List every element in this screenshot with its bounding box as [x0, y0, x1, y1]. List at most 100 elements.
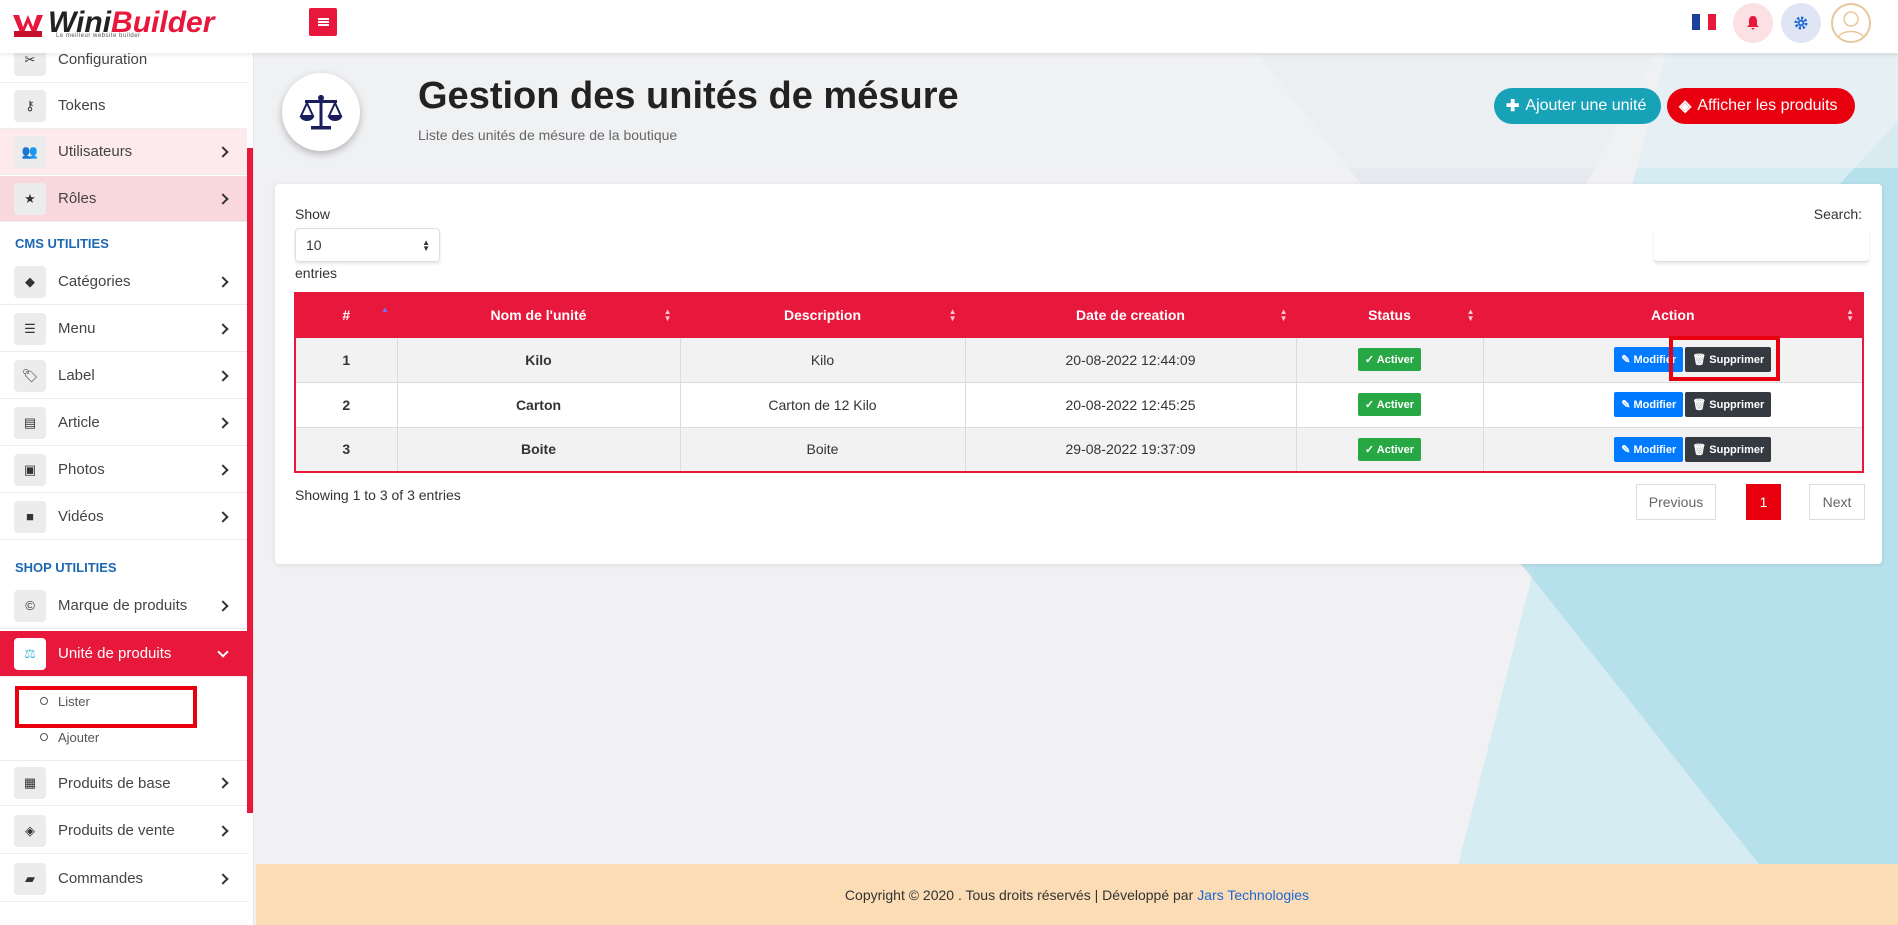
activate-button[interactable]: ✓ Activer [1357, 393, 1422, 416]
copyright-icon: © [14, 589, 46, 622]
add-unit-button[interactable]: ✚ Ajouter une unité [1494, 88, 1661, 124]
cell-actions: ✎ Modifier 🗑 Supprimer [1482, 381, 1864, 428]
footer-link[interactable]: Jars Technologies [1197, 887, 1309, 903]
pagination-previous[interactable]: Previous [1636, 484, 1716, 520]
settings-button[interactable] [1781, 3, 1821, 43]
chevron-right-icon [217, 777, 229, 789]
chevron-down-icon [217, 645, 229, 658]
sidebar-item-commandes[interactable]: ▰ Commandes [0, 856, 247, 902]
sidebar-subitem-ajouter[interactable]: Ajouter [0, 720, 247, 754]
circle-icon [40, 733, 48, 741]
cell-name: Kilo [396, 336, 681, 383]
cell-date: 20-08-2022 12:45:25 [964, 381, 1297, 428]
top-bar: WiniBuilder Le meilleur website builder [0, 0, 1898, 53]
column-header-label: Nom de l'unité [490, 307, 587, 324]
sidebar-item-photos[interactable]: ▣ Photos [0, 447, 247, 493]
show-label: Show [295, 206, 331, 222]
sidebar-item-configuration[interactable]: ✂ Configuration [0, 53, 247, 83]
sidebar-item-label: Rôles [58, 190, 97, 207]
cell-date: 20-08-2022 12:44:09 [964, 336, 1297, 383]
column-header-action[interactable]: Action ▲ ▼ [1482, 292, 1864, 338]
cell-status: ✓ Activer [1295, 426, 1484, 473]
show-products-button-label: Afficher les produits [1697, 97, 1838, 114]
show-products-button[interactable]: ◈ Afficher les produits [1667, 88, 1855, 124]
cell-id: 1 [294, 336, 398, 383]
tags-icon: 🏷 [14, 359, 46, 392]
sidebar-item-videos[interactable]: ■ Vidéos [0, 494, 247, 540]
sidebar-item-utilisateurs[interactable]: 👥 Utilisateurs [0, 129, 247, 175]
highlight-box [1669, 336, 1780, 381]
edit-button[interactable]: ✎ Modifier [1614, 436, 1684, 462]
chevron-right-icon [217, 510, 229, 523]
table-info: Showing 1 to 3 of 3 entries [295, 487, 461, 503]
sort-icon: ▲ ▼ [1279, 307, 1288, 323]
activate-button-label: Activer [1376, 443, 1415, 456]
column-header-description[interactable]: Description ▲ ▼ [679, 292, 966, 338]
notifications-button[interactable] [1733, 3, 1773, 43]
sidebar-item-menu[interactable]: ☰ Menu [0, 306, 247, 352]
sidebar-item-label: Label [58, 367, 95, 384]
menu-toggle-button[interactable] [309, 8, 337, 36]
section-title-shop: SHOP UTILITIES [15, 560, 117, 575]
sidebar-item-label: Commandes [58, 870, 144, 887]
cell-name: Carton [396, 381, 681, 428]
sidebar-item-article[interactable]: ▤ Article [0, 400, 247, 446]
avatar[interactable] [1831, 3, 1871, 43]
sidebar-item-label: Tokens [58, 97, 106, 114]
chevron-right-icon [217, 872, 229, 885]
plus-icon: ✚ [1506, 98, 1520, 115]
sidebar-item-label: Configuration [58, 53, 148, 68]
pagination-next[interactable]: Next [1809, 484, 1865, 520]
french-flag-icon[interactable] [1692, 14, 1716, 30]
sidebar-item-marque[interactable]: © Marque de produits [0, 583, 247, 629]
sidebar-item-roles[interactable]: ★ Rôles [0, 176, 247, 222]
pagination-page-1[interactable]: 1 [1746, 484, 1781, 520]
sort-asc-icon: ▲ [381, 305, 389, 314]
sidebar-accent-rail [247, 148, 253, 813]
footer: Copyright © 2020 . Tous droits réservés … [256, 864, 1898, 925]
entries-length-select[interactable]: 10 ▲ ▼ [295, 228, 440, 262]
column-header-name[interactable]: Nom de l'unité ▲ ▼ [396, 292, 681, 338]
sidebar-item-label-menu[interactable]: 🏷 Label [0, 353, 247, 399]
chevron-right-icon [217, 322, 229, 335]
sidebar-item-label: Menu [58, 320, 96, 337]
cell-date: 29-08-2022 19:37:09 [964, 426, 1297, 473]
tools-icon: ✂ [14, 53, 46, 76]
page-header: Gestion des unités de mésure Liste des u… [256, 53, 1898, 168]
search-label: Search: [1813, 206, 1862, 222]
cell-id: 3 [294, 426, 398, 473]
sidebar-item-label: Utilisateurs [58, 143, 133, 160]
chevron-right-icon [217, 275, 229, 288]
column-header-id[interactable]: # ▲ [294, 292, 398, 338]
sidebar-item-produits-vente[interactable]: ◈ Produits de vente [0, 808, 247, 854]
delete-button[interactable]: 🗑 Supprimer [1685, 436, 1772, 462]
box-icon: ▦ [14, 767, 46, 799]
footer-text: Copyright © 2020 . Tous droits réservés … [844, 886, 1194, 903]
delete-button[interactable]: 🗑 Supprimer [1685, 392, 1772, 417]
sidebar-item-categories[interactable]: ◆ Catégories [0, 259, 247, 305]
units-card: Show 10 ▲ ▼ entries Search: # ▲ Nom de l'u… [275, 184, 1882, 564]
cell-name: Boite [396, 426, 681, 473]
key-icon: ⚷ [14, 89, 46, 122]
star-icon: ★ [14, 182, 46, 215]
cell-id: 2 [294, 381, 398, 428]
sidebar-item-produits-base[interactable]: ▦ Produits de base [0, 760, 247, 806]
scale-icon: ⚖ [14, 637, 46, 670]
column-header-status[interactable]: Status ▲ ▼ [1295, 292, 1484, 338]
brand-logo[interactable]: WiniBuilder Le meilleur website builder [10, 2, 214, 44]
column-header-date[interactable]: Date de creation ▲ ▼ [964, 292, 1297, 338]
activate-button[interactable]: ✓ Activer [1357, 437, 1422, 461]
edit-button[interactable]: ✎ Modifier [1614, 392, 1684, 417]
cell-description: Carton de 12 Kilo [679, 381, 966, 428]
cell-description: Kilo [679, 336, 966, 383]
search-input[interactable] [1654, 228, 1869, 262]
entries-label: entries [295, 265, 338, 281]
logo-mark-icon [10, 5, 46, 41]
sidebar-item-label: Produits de base [58, 774, 171, 792]
sidebar-item-unite[interactable]: ⚖ Unité de produits [0, 631, 247, 677]
sidebar-item-tokens[interactable]: ⚷ Tokens [0, 83, 247, 129]
select-arrows-icon: ▲ ▼ [422, 238, 430, 253]
activate-button-label: Activer [1376, 354, 1415, 366]
layers-icon: ◈ [14, 814, 46, 847]
activate-button[interactable]: ✓ Activer [1357, 348, 1422, 371]
